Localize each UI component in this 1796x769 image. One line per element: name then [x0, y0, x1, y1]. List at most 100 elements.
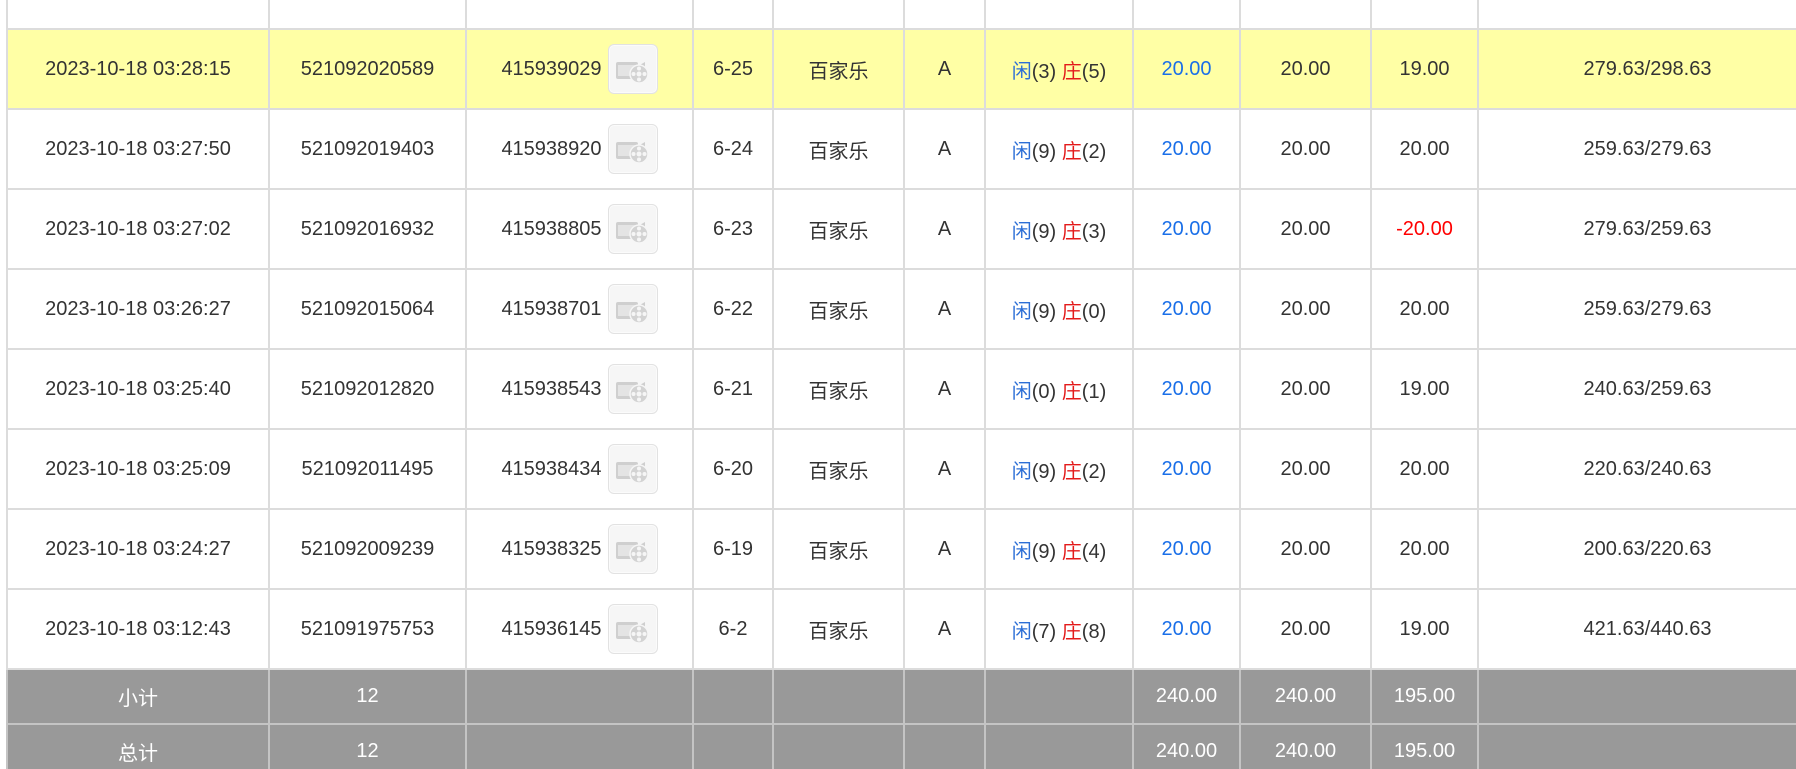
- banker-label: 庄: [1061, 380, 1082, 403]
- bet-id: 521092019403: [300, 137, 435, 160]
- bet-amount-cell: 20.00: [1132, 28, 1241, 110]
- balance: 200.63/220.63: [1583, 537, 1712, 560]
- banker-label: 庄: [1061, 460, 1082, 483]
- summary-empty-cell: [1477, 668, 1796, 725]
- summary-empty-cell: [692, 723, 774, 769]
- table-row: 2023-10-18 03:28:15 521092020589 4159390…: [6, 28, 1796, 110]
- round-id-cell: 415939029: [465, 28, 694, 110]
- video-replay-button[interactable]: [607, 44, 658, 94]
- bet-time-cell: 2023-10-18 03:26:27: [6, 268, 270, 350]
- summary-empty-cell: [1477, 723, 1796, 769]
- result-cell: 闲(9) 庄(3): [984, 188, 1134, 270]
- player-label: 闲: [1011, 540, 1032, 563]
- win-loss-cell: 20.00: [1370, 428, 1479, 510]
- balance: 279.63/298.63: [1583, 57, 1712, 80]
- bet-id-cell: 521092009239: [268, 508, 467, 590]
- win-loss: 19.00: [1399, 57, 1450, 80]
- round-id: 415938325: [501, 537, 602, 560]
- video-replay-button[interactable]: [607, 524, 658, 574]
- bet-id-cell: 521092012820: [268, 348, 467, 430]
- summary-win-loss-cell: 195.00: [1370, 723, 1479, 769]
- game-name: 百家乐: [808, 540, 869, 563]
- summary-valid-bet-cell: 240.00: [1239, 668, 1372, 725]
- valid-bet-cell: 20.00: [1239, 428, 1372, 510]
- valid-bet-cell: 20.00: [1239, 188, 1372, 270]
- valid-bet: 20.00: [1280, 377, 1331, 400]
- video-replay-button[interactable]: [607, 444, 658, 494]
- bet-amount-cell: 20.00: [1132, 348, 1241, 430]
- player-score: (9): [1031, 540, 1057, 563]
- banker-label: 庄: [1061, 220, 1082, 243]
- video-replay-button[interactable]: [607, 204, 658, 254]
- valid-bet: 20.00: [1280, 537, 1331, 560]
- bet-id-cell: 521092020589: [268, 28, 467, 110]
- win-loss-cell: 19.00: [1370, 28, 1479, 110]
- win-loss-cell: 19.00: [1370, 348, 1479, 430]
- table-name: A: [937, 457, 952, 480]
- video-replay-button[interactable]: [607, 124, 658, 174]
- player-score: (9): [1031, 460, 1057, 483]
- valid-bet-cell: 20.00: [1239, 108, 1372, 190]
- win-loss: 20.00: [1399, 537, 1450, 560]
- player-score: (0): [1031, 380, 1057, 403]
- summary-label: 总计: [118, 743, 158, 765]
- bet-time: 2023-10-18 03:25:40: [45, 377, 231, 400]
- player-label: 闲: [1011, 140, 1032, 163]
- summary-count: 12: [356, 685, 379, 707]
- summary-empty-cell: [984, 723, 1134, 769]
- shoe-cell: 6-20: [692, 428, 774, 510]
- shoe-cell: 6-19: [692, 508, 774, 590]
- player-label: 闲: [1011, 220, 1032, 243]
- game-name: 百家乐: [808, 60, 869, 83]
- game-cell: [772, 0, 905, 30]
- summary-bet-amount: 240.00: [1155, 740, 1218, 762]
- shoe-cell: 6-23: [692, 188, 774, 270]
- bet-records-table: 2023-10-18 03:28:15 521092020589 4159390…: [6, 0, 1796, 769]
- summary-empty-cell: [692, 668, 774, 725]
- video-replay-button[interactable]: [607, 284, 658, 334]
- video-replay-icon: [615, 302, 649, 324]
- valid-bet: 20.00: [1280, 457, 1331, 480]
- result-cell: 闲(3) 庄(5): [984, 28, 1134, 110]
- game-name: 百家乐: [808, 300, 869, 323]
- banker-score: (5): [1081, 60, 1107, 83]
- bet-amount: 20.00: [1161, 137, 1212, 160]
- round-id-cell: 415938325: [465, 508, 694, 590]
- game-cell: 百家乐: [772, 188, 905, 270]
- bet-amount-cell: [1132, 0, 1241, 30]
- video-replay-icon: [615, 382, 649, 404]
- table-name: A: [937, 217, 952, 240]
- table-row: 2023-10-18 03:24:27 521092009239 4159383…: [6, 508, 1796, 590]
- total-row: 总计 12 240.00 240.00 195.00: [6, 723, 1796, 769]
- game-cell: 百家乐: [772, 108, 905, 190]
- banker-label: 庄: [1061, 300, 1082, 323]
- shoe-cell: 6-24: [692, 108, 774, 190]
- valid-bet-cell: 20.00: [1239, 268, 1372, 350]
- bet-time: 2023-10-18 03:25:09: [45, 457, 231, 480]
- summary-empty-cell: [984, 668, 1134, 725]
- balance-cell: 259.63/279.63: [1477, 108, 1796, 190]
- round-id: 415938920: [501, 137, 602, 160]
- win-loss-cell: -20.00: [1370, 188, 1479, 270]
- bet-time: 2023-10-18 03:12:43: [45, 617, 231, 640]
- video-replay-button[interactable]: [607, 604, 658, 654]
- table-row: [6, 0, 1796, 30]
- table-name: A: [937, 297, 952, 320]
- table-cell: A: [903, 188, 986, 270]
- banker-score: (3): [1081, 220, 1107, 243]
- round-id: 415938701: [501, 297, 602, 320]
- balance-cell: 200.63/220.63: [1477, 508, 1796, 590]
- bet-id: 521092011495: [301, 457, 434, 480]
- banker-score: (2): [1081, 460, 1107, 483]
- video-replay-icon: [615, 462, 649, 484]
- win-loss-cell: 20.00: [1370, 268, 1479, 350]
- video-replay-button[interactable]: [607, 364, 658, 414]
- shoe-number: 6-25: [712, 57, 754, 80]
- player-label: 闲: [1011, 460, 1032, 483]
- bet-amount: 20.00: [1161, 457, 1212, 480]
- bet-amount-cell: 20.00: [1132, 508, 1241, 590]
- table-name: A: [937, 377, 952, 400]
- valid-bet-cell: [1239, 0, 1372, 30]
- shoe-cell: 6-2: [692, 588, 774, 670]
- bet-amount-cell: 20.00: [1132, 108, 1241, 190]
